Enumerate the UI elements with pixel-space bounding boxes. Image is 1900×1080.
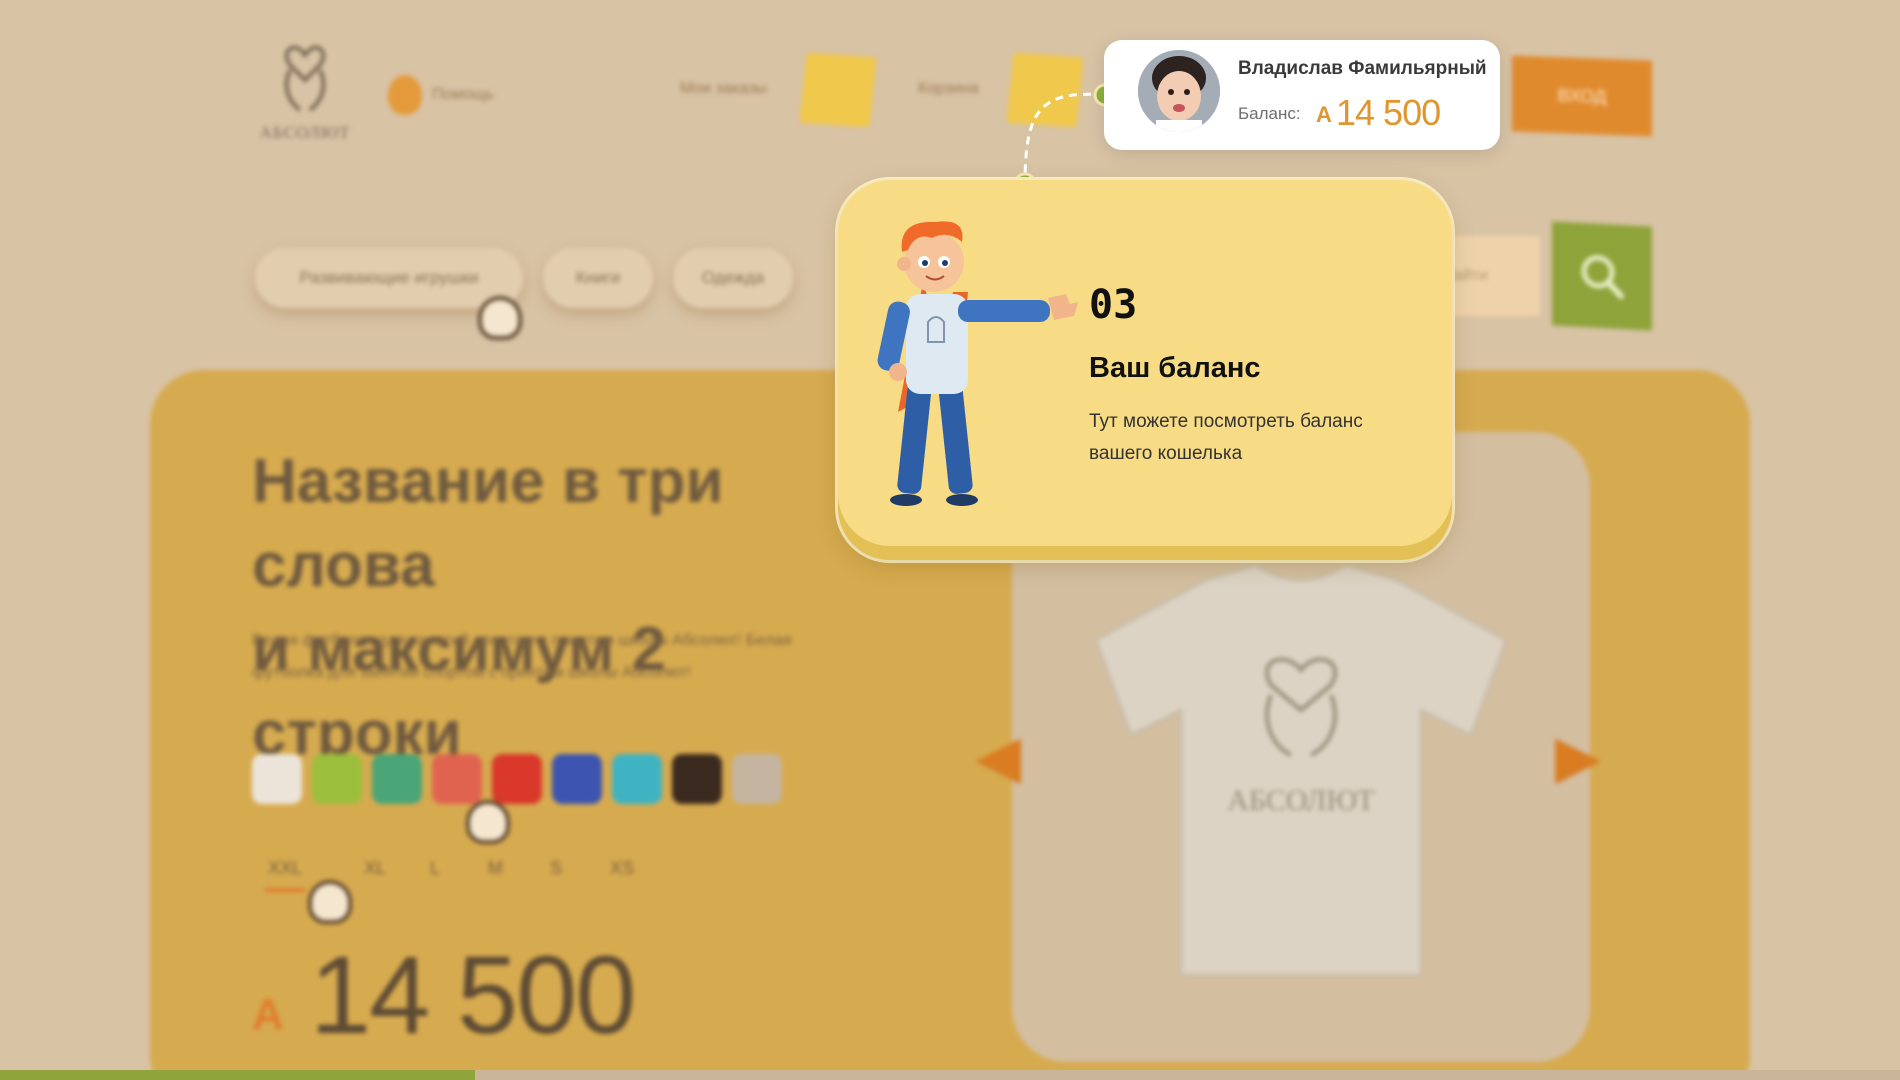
user-name: Владислав Фамильярный: [1238, 58, 1487, 79]
balance-value: 14 500: [1336, 92, 1441, 133]
balance-label: Баланс:: [1238, 104, 1301, 123]
tooltip-title: Ваш баланс: [1089, 352, 1261, 384]
mascot-character-icon: [877, 221, 1078, 506]
avatar[interactable]: [1138, 50, 1220, 132]
user-balance-card[interactable]: Владислав Фамильярный Баланс: A 14 500: [1104, 40, 1500, 150]
tooltip-text: Тут можете посмотреть баланс вашего коше…: [1089, 411, 1363, 464]
currency-icon: A: [1316, 102, 1332, 127]
tooltip-step-number: 03: [1089, 282, 1138, 328]
avatar-image: [1138, 50, 1220, 132]
